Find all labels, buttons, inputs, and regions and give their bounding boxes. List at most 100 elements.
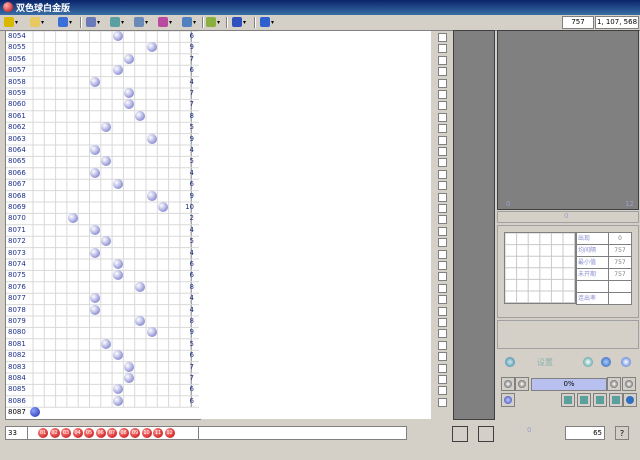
cursor-row[interactable]: 8087 xyxy=(6,407,200,418)
toolbar-button-6[interactable]: ▾ xyxy=(134,16,148,28)
grid-row[interactable]: 8058 4 xyxy=(6,76,200,88)
grid-row[interactable]: 8081 5 xyxy=(6,338,200,350)
grid-row[interactable]: 8083 7 xyxy=(6,361,200,373)
row-checkbox[interactable] xyxy=(438,124,447,134)
red-ball[interactable]: 12 xyxy=(164,428,175,438)
red-ball-list[interactable]: 01 02 03 04 05 06 07 08 09 10 11 12 xyxy=(27,426,407,440)
refresh-icon[interactable] xyxy=(583,357,593,367)
row-checkbox[interactable] xyxy=(438,272,447,282)
grid-row[interactable]: 8057 6 xyxy=(6,65,200,76)
row-checkbox[interactable] xyxy=(438,147,447,156)
tool-button-2[interactable] xyxy=(577,393,591,407)
toolbar-button-4[interactable]: ▾ xyxy=(86,16,100,28)
check-strip[interactable] xyxy=(436,30,448,418)
red-ball[interactable]: 03 xyxy=(61,428,71,438)
toolbar-button-10[interactable]: ▾ xyxy=(232,16,246,28)
grid-row[interactable]: 8056 7 xyxy=(6,53,200,65)
toolbar-button-2[interactable]: ▾ xyxy=(30,16,44,28)
grid-row[interactable]: 8085 6 xyxy=(6,384,200,395)
row-checkbox[interactable] xyxy=(438,44,447,54)
row-checkbox[interactable] xyxy=(438,169,447,179)
grid-row[interactable]: 8082 6 xyxy=(6,350,200,361)
grid-row[interactable]: 8068 9 xyxy=(6,190,200,202)
red-ball[interactable]: 05 xyxy=(84,428,94,438)
grid-row[interactable]: 8054 6 xyxy=(6,31,200,42)
row-checkbox[interactable] xyxy=(438,306,447,316)
grid-row[interactable]: 8059 7 xyxy=(6,88,200,99)
red-ball[interactable]: 10 xyxy=(141,428,152,438)
row-checkbox[interactable] xyxy=(438,215,447,225)
grid-row[interactable]: 8066 4 xyxy=(6,167,200,179)
grid-row[interactable]: 8076 8 xyxy=(6,281,200,293)
row-checkbox[interactable] xyxy=(438,192,447,202)
row-checkbox[interactable] xyxy=(438,295,447,305)
row-checkbox[interactable] xyxy=(438,238,447,248)
number-grid[interactable]: 8087 8054 6 8055 9 8056 7 8057 6 8058 4 8059 7 8060 7… xyxy=(5,30,201,420)
chevron-down-icon[interactable]: ▾ xyxy=(271,19,274,26)
prev-button[interactable] xyxy=(501,377,515,391)
tool-button-5[interactable] xyxy=(623,393,637,407)
chart-area[interactable] xyxy=(199,30,431,419)
row-checkbox[interactable] xyxy=(438,386,447,396)
toolbar-button-1[interactable]: ▾ xyxy=(4,16,18,28)
row-checkbox[interactable] xyxy=(438,318,447,327)
chevron-down-icon[interactable]: ▾ xyxy=(193,19,196,26)
row-checkbox[interactable] xyxy=(438,112,447,122)
row-checkbox[interactable] xyxy=(438,283,447,293)
grid-row[interactable]: 8073 4 xyxy=(6,247,200,259)
rewind-button[interactable] xyxy=(607,377,621,391)
cursor-ball-icon[interactable] xyxy=(30,407,40,417)
row-checkbox[interactable] xyxy=(438,33,447,42)
settings-label[interactable]: 设置 xyxy=(537,357,553,368)
next-button[interactable] xyxy=(515,377,529,391)
chevron-down-icon[interactable]: ▾ xyxy=(15,19,18,26)
chevron-down-icon[interactable]: ▾ xyxy=(145,19,148,26)
row-checkbox[interactable] xyxy=(438,181,447,191)
swap-button[interactable] xyxy=(501,393,515,407)
row-checkbox[interactable] xyxy=(438,261,447,270)
toolbar-button-7[interactable]: ▾ xyxy=(158,16,172,28)
grid-row[interactable]: 8065 5 xyxy=(6,156,200,167)
grid-row[interactable]: 8064 4 xyxy=(6,145,200,156)
row-checkbox[interactable] xyxy=(438,101,447,111)
grid-row[interactable]: 8069 10 xyxy=(6,202,200,213)
chevron-down-icon[interactable]: ▾ xyxy=(243,19,246,26)
grid-row[interactable]: 8061 8 xyxy=(6,110,200,122)
row-checkbox[interactable] xyxy=(438,249,447,259)
grid-row[interactable]: 8084 7 xyxy=(6,373,200,384)
grid-row[interactable]: 8078 4 xyxy=(6,304,200,316)
red-ball[interactable]: 09 xyxy=(130,428,140,438)
play-button[interactable] xyxy=(622,377,636,391)
red-ball[interactable]: 04 xyxy=(72,428,83,438)
chevron-down-icon[interactable]: ▾ xyxy=(217,19,220,26)
row-checkbox[interactable] xyxy=(438,397,447,407)
grid-row[interactable]: 8067 6 xyxy=(6,179,200,190)
nav-right-button[interactable] xyxy=(478,426,494,442)
grid-row[interactable]: 8072 5 xyxy=(6,236,200,247)
row-checkbox[interactable] xyxy=(438,352,447,362)
row-checkbox[interactable] xyxy=(438,226,447,236)
grid-row[interactable]: 8055 9 xyxy=(6,42,200,53)
row-checkbox[interactable] xyxy=(438,204,447,213)
grid-row[interactable]: 8075 6 xyxy=(6,270,200,281)
toolbar-button-11[interactable]: ▾ xyxy=(260,16,274,28)
grid-row[interactable]: 8070 2 xyxy=(6,213,200,224)
row-checkbox[interactable] xyxy=(438,90,447,99)
toolbar-button-8[interactable]: ▾ xyxy=(182,16,196,28)
red-ball[interactable]: 01 xyxy=(38,428,48,438)
row-checkbox[interactable] xyxy=(438,363,447,373)
red-ball[interactable]: 06 xyxy=(95,428,106,438)
chevron-down-icon[interactable]: ▾ xyxy=(169,19,172,26)
grid-row[interactable]: 8079 8 xyxy=(6,316,200,327)
toolbar-button-3[interactable]: ▾ xyxy=(58,16,72,28)
grid-row[interactable]: 8077 4 xyxy=(6,293,200,304)
grid-row[interactable]: 8063 9 xyxy=(6,133,200,145)
row-checkbox[interactable] xyxy=(438,375,447,384)
chevron-down-icon[interactable]: ▾ xyxy=(41,19,44,26)
toolbar-button-5[interactable]: ▾ xyxy=(110,16,124,28)
grid-row[interactable]: 8062 5 xyxy=(6,122,200,133)
tool-button-4[interactable] xyxy=(609,393,623,407)
row-checkbox[interactable] xyxy=(438,340,447,350)
red-ball[interactable]: 07 xyxy=(107,428,117,438)
row-checkbox[interactable] xyxy=(438,329,447,339)
